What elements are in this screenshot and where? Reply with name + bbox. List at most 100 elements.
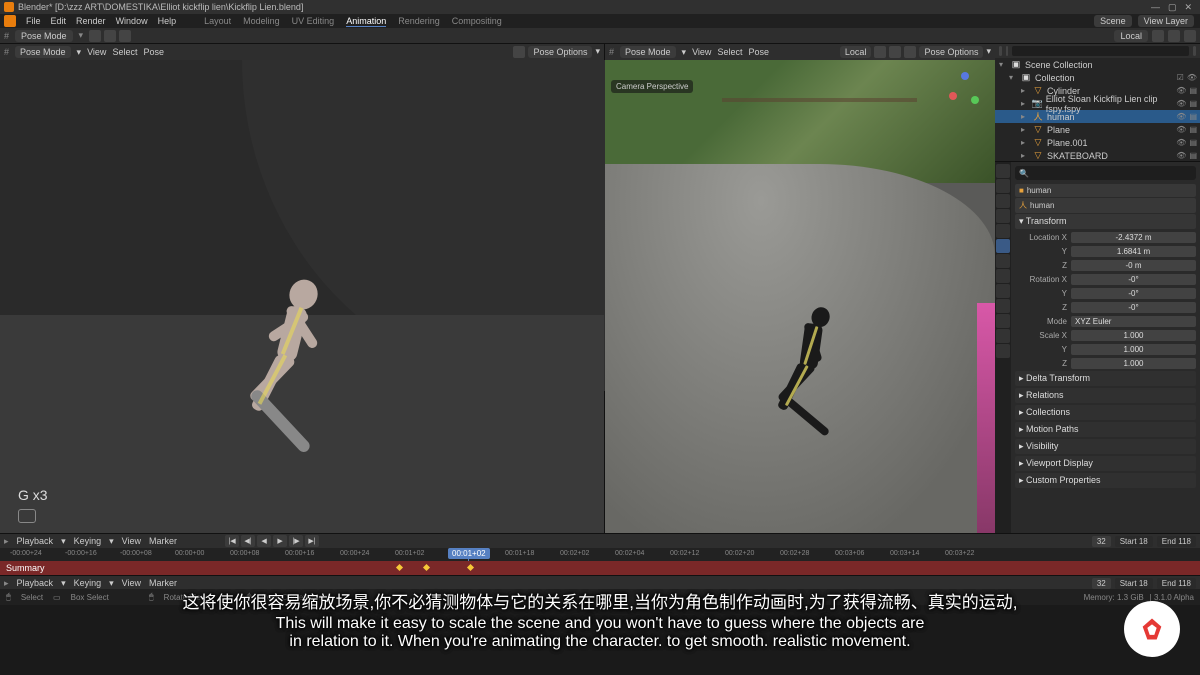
timeline-ruler[interactable]: -00:00+24-00:00+16-00:00+0800:00+0000:00…: [0, 548, 1200, 562]
shading-icon[interactable]: [904, 46, 916, 58]
tab-rendering[interactable]: Rendering: [398, 16, 440, 27]
shading-icon[interactable]: [889, 46, 901, 58]
section-motion-paths[interactable]: ▸ Motion Paths: [1015, 422, 1196, 437]
axis-z-icon[interactable]: [961, 72, 969, 80]
vp-select[interactable]: Select: [717, 47, 742, 57]
section-transform[interactable]: ▾ Transform: [1015, 214, 1196, 229]
menu-window[interactable]: Window: [116, 16, 148, 26]
section-relations[interactable]: ▸ Relations: [1015, 388, 1196, 403]
menu-keying[interactable]: Keying: [74, 536, 102, 546]
input-sz[interactable]: 1.000: [1071, 358, 1196, 369]
playhead[interactable]: 00:01+02: [468, 548, 469, 562]
maximize-icon[interactable]: ▢: [1168, 2, 1177, 13]
outliner-item[interactable]: ▸📷Elliot Sloan Kickflip Lien clip fspy.f…: [995, 97, 1200, 110]
filter-icon[interactable]: [1193, 46, 1196, 56]
vp-select[interactable]: Select: [112, 47, 137, 57]
section-delta-transform[interactable]: ▸ Delta Transform: [1015, 371, 1196, 386]
menu-render[interactable]: Render: [76, 16, 106, 26]
vp-pose[interactable]: Pose: [143, 47, 164, 57]
nav-gizmo[interactable]: [943, 68, 987, 112]
input-sx[interactable]: 1.000: [1071, 330, 1196, 341]
axis-y-icon[interactable]: [971, 96, 979, 104]
section-custom-properties[interactable]: ▸ Custom Properties: [1015, 473, 1196, 488]
ptab-view[interactable]: [996, 194, 1010, 208]
pose-options[interactable]: Pose Options: [919, 46, 983, 58]
input-rotx[interactable]: -0°: [1071, 274, 1196, 285]
viewport-left-body[interactable]: G x3: [0, 60, 604, 533]
display-mode-icon[interactable]: [1006, 46, 1009, 56]
ptab-data[interactable]: [996, 314, 1010, 328]
tab-uv[interactable]: UV Editing: [292, 16, 335, 27]
input-roty[interactable]: -0°: [1071, 288, 1196, 299]
ptab-world[interactable]: [996, 224, 1010, 238]
dopesheet-summary[interactable]: Summary: [0, 561, 1200, 575]
breadcrumb[interactable]: ■human: [1015, 184, 1196, 197]
scene-dropdown[interactable]: Scene: [1094, 15, 1132, 27]
input-locz[interactable]: -0 m: [1071, 260, 1196, 271]
snap-icon[interactable]: [874, 46, 886, 58]
input-sy[interactable]: 1.000: [1071, 344, 1196, 355]
propedit-icon[interactable]: [1184, 30, 1196, 42]
viewport-left[interactable]: # Pose Mode ▾ View Select Pose Pose Opti…: [0, 44, 605, 533]
menu-edit[interactable]: Edit: [51, 16, 67, 26]
jump-end-button[interactable]: ▶|: [305, 535, 319, 547]
vp-view[interactable]: View: [692, 47, 711, 57]
close-icon[interactable]: ✕: [1184, 2, 1192, 13]
ptab-bone[interactable]: [996, 329, 1010, 343]
vp-mode[interactable]: Pose Mode: [15, 46, 71, 58]
breadcrumb[interactable]: 人human: [1015, 198, 1196, 213]
orientation[interactable]: Local: [840, 46, 872, 58]
viewlayer-dropdown[interactable]: View Layer: [1138, 15, 1194, 27]
menu-help[interactable]: Help: [158, 16, 177, 26]
tool-icon[interactable]: [119, 30, 131, 42]
section-viewport-display[interactable]: ▸ Viewport Display: [1015, 456, 1196, 471]
outliner[interactable]: ▾▣Scene Collection ▾▣Collection☑👁 ▸▽Cyli…: [995, 44, 1200, 162]
tab-animation[interactable]: Animation: [346, 16, 386, 27]
next-key-button[interactable]: |▶: [289, 535, 303, 547]
input-locx[interactable]: -2.4372 m: [1071, 232, 1196, 243]
mode-dropdown[interactable]: Pose Mode: [15, 30, 73, 42]
tab-modeling[interactable]: Modeling: [243, 16, 280, 27]
vp-view[interactable]: View: [87, 47, 106, 57]
snap-icon[interactable]: [1168, 30, 1180, 42]
outliner-item[interactable]: ▸▽Plane👁▤: [995, 123, 1200, 136]
ptab-modifier[interactable]: [996, 254, 1010, 268]
outliner-item[interactable]: ▸▽Plane.001👁▤: [995, 136, 1200, 149]
property-search[interactable]: 🔍: [1015, 166, 1196, 180]
ptab-material[interactable]: [996, 344, 1010, 358]
outliner-item[interactable]: ▸▽SKATEBOARD👁▤: [995, 149, 1200, 162]
pose-options[interactable]: Pose Options: [528, 46, 592, 58]
overlay-icon[interactable]: [513, 46, 525, 58]
menu-view[interactable]: View: [122, 536, 141, 546]
ptab-physics[interactable]: [996, 284, 1010, 298]
viewport-right[interactable]: # Pose Mode ▾ View Select Pose Local Pos…: [605, 44, 995, 533]
tab-layout[interactable]: Layout: [204, 16, 231, 27]
outliner-search[interactable]: [1012, 46, 1189, 56]
jump-start-button[interactable]: |◀: [225, 535, 239, 547]
ptab-scene[interactable]: [996, 209, 1010, 223]
tab-compositing[interactable]: Compositing: [452, 16, 502, 27]
menu-marker[interactable]: Marker: [149, 536, 177, 546]
ptab-object[interactable]: [996, 239, 1010, 253]
vp-pose[interactable]: Pose: [748, 47, 769, 57]
ptab-particle[interactable]: [996, 269, 1010, 283]
section-visibility[interactable]: ▸ Visibility: [1015, 439, 1196, 454]
prev-key-button[interactable]: ◀|: [241, 535, 255, 547]
viewport-right-body[interactable]: Camera Perspective: [605, 60, 995, 533]
section-collections[interactable]: ▸ Collections: [1015, 405, 1196, 420]
play-rev-button[interactable]: ◀: [257, 535, 271, 547]
vp-mode[interactable]: Pose Mode: [620, 46, 676, 58]
minimize-icon[interactable]: —: [1151, 2, 1160, 13]
outliner-collection[interactable]: ▾▣Collection☑👁: [995, 71, 1200, 84]
menu-file[interactable]: File: [26, 16, 41, 26]
tool-icon[interactable]: [104, 30, 116, 42]
current-frame[interactable]: 32: [1092, 536, 1111, 547]
ptab-constraint[interactable]: [996, 299, 1010, 313]
dropdown-rotmode[interactable]: XYZ Euler: [1071, 316, 1196, 327]
menu-playback[interactable]: Playback: [17, 536, 54, 546]
orientation-dropdown[interactable]: Local: [1114, 30, 1148, 42]
pivot-icon[interactable]: [1152, 30, 1164, 42]
input-locy[interactable]: 1.6841 m: [1071, 246, 1196, 257]
input-rotz[interactable]: -0°: [1071, 302, 1196, 313]
outliner-scene-collection[interactable]: ▾▣Scene Collection: [995, 58, 1200, 71]
